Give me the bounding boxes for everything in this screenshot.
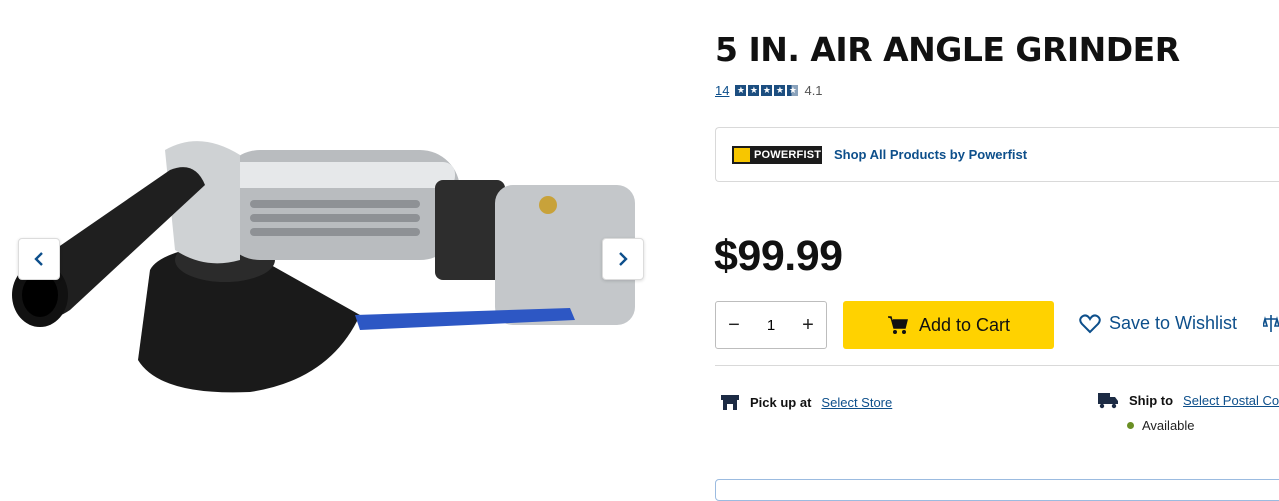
star-rating: ★ ★ ★ ★ ★ — [735, 85, 799, 96]
review-count-link[interactable]: 14 — [715, 83, 729, 98]
heart-icon — [1079, 313, 1101, 333]
save-to-wishlist-button[interactable]: Save to Wishlist — [1079, 313, 1237, 334]
select-postal-code-link[interactable]: Select Postal Co — [1183, 393, 1279, 408]
chevron-right-icon — [619, 252, 628, 266]
rating-value: 4.1 — [804, 83, 823, 98]
truck-icon — [1098, 393, 1118, 409]
product-title: 5 IN. AIR ANGLE GRINDER — [715, 30, 1180, 69]
brand-logo-text: POWERFIST — [754, 148, 822, 161]
brand-logo[interactable]: POWERFIST — [732, 145, 822, 164]
add-to-cart-label: Add to Cart — [918, 314, 1011, 335]
availability-dot — [1127, 422, 1134, 429]
decrease-quantity-button[interactable]: − — [716, 302, 752, 348]
star-icon: ★ — [748, 85, 760, 96]
pickup-label: Pick up at — [750, 394, 812, 410]
rating-row: 14 ★ ★ ★ ★ ★ 4.1 — [715, 83, 823, 98]
star-icon: ★ — [787, 85, 799, 96]
product-price: $99.99 — [714, 232, 843, 280]
availability-label: Available — [1142, 418, 1195, 433]
previous-image-button[interactable] — [18, 238, 60, 280]
next-image-button[interactable] — [602, 238, 644, 280]
scale-icon — [1261, 315, 1279, 332]
increase-quantity-button[interactable]: + — [790, 302, 826, 348]
star-icon: ★ — [774, 85, 786, 96]
select-store-link[interactable]: Select Store — [821, 395, 892, 410]
brand-box: POWERFIST Shop All Products by Powerfist — [715, 127, 1279, 182]
availability-status: Available — [1127, 418, 1195, 433]
ship-label: Ship to — [1129, 392, 1174, 408]
chevron-left-icon — [34, 252, 43, 266]
shop-brand-link[interactable]: Shop All Products by Powerfist — [834, 147, 1027, 162]
info-panel — [715, 479, 1279, 501]
pickup-option: Pick up at Select Store — [720, 393, 892, 411]
save-to-wishlist-label: Save to Wishlist — [1109, 313, 1238, 333]
quantity-input[interactable] — [754, 315, 788, 335]
cart-icon — [887, 316, 908, 334]
star-icon: ★ — [761, 85, 773, 96]
product-gallery — [0, 0, 660, 489]
compare-button[interactable] — [1261, 314, 1279, 339]
quantity-stepper: − + — [715, 301, 827, 349]
star-icon: ★ — [735, 85, 747, 96]
brand-logo-mark — [734, 147, 750, 162]
ship-option: Ship to Select Postal Co — [1097, 391, 1279, 409]
product-image — [12, 141, 635, 393]
store-icon — [721, 395, 739, 410]
add-to-cart-button[interactable]: Add to Cart — [843, 301, 1054, 349]
divider — [715, 365, 1279, 366]
